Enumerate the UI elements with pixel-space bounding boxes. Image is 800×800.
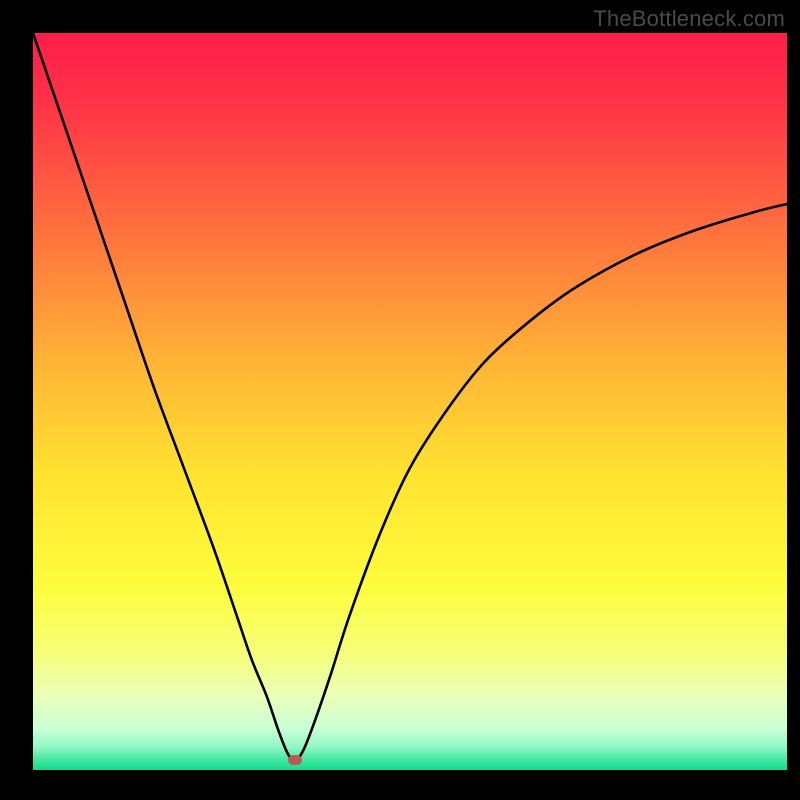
bottleneck-curve bbox=[33, 33, 787, 770]
curve-left-segment bbox=[33, 33, 292, 761]
plot-area bbox=[33, 33, 787, 770]
chart-stage: TheBottleneck.com bbox=[0, 0, 800, 800]
watermark-text: TheBottleneck.com bbox=[593, 6, 785, 32]
optimal-point-marker bbox=[288, 755, 302, 765]
curve-right-segment bbox=[297, 204, 787, 761]
